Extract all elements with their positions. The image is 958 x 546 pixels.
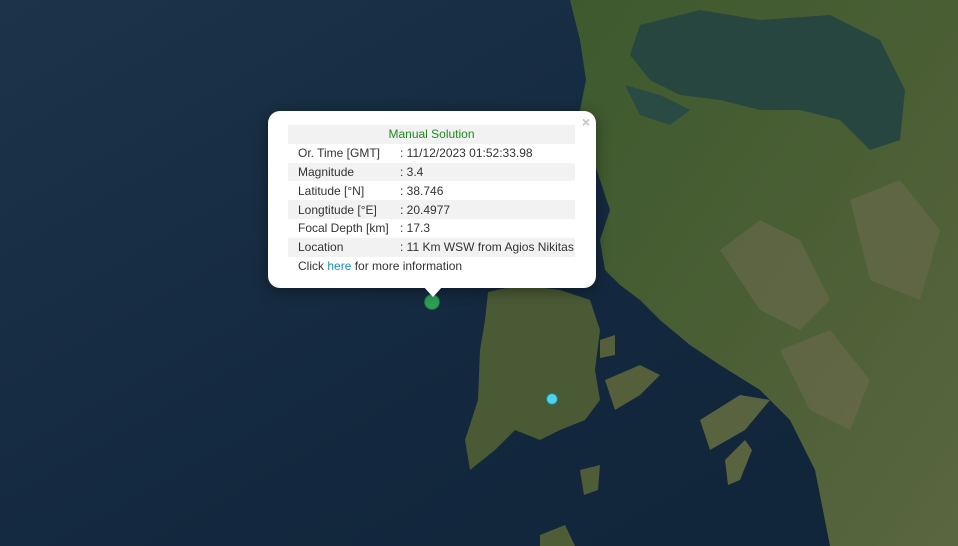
row-key: Magnitude	[288, 162, 400, 182]
row-value: : 17.3	[400, 221, 431, 236]
earthquake-popup: × Manual Solution Or. Time [GMT] : 11/12…	[268, 111, 596, 288]
row-value: : 11/12/2023 01:52:33.98	[400, 146, 533, 161]
more-info-link[interactable]: here	[327, 259, 351, 273]
more-info-text: Click here for more information	[298, 259, 463, 273]
earthquake-info-table: Manual Solution Or. Time [GMT] : 11/12/2…	[288, 125, 575, 257]
row-key: Location	[288, 237, 400, 257]
row-key: Focal Depth [km]	[298, 221, 389, 236]
row-value: : 38.746	[400, 183, 444, 198]
row-value: : 11 Km WSW from Agios Nikitas	[400, 237, 575, 257]
row-value: : 20.4977	[400, 200, 575, 219]
row-value: : 3.4	[400, 162, 575, 182]
map-view[interactable]: × Manual Solution Or. Time [GMT] : 11/12…	[0, 0, 958, 546]
close-icon[interactable]: ×	[582, 115, 590, 129]
row-key: Latitude [°N]	[298, 183, 365, 198]
popup-tip	[423, 286, 443, 297]
earthquake-marker-other[interactable]	[546, 393, 558, 405]
row-key: Or. Time [GMT]	[298, 146, 381, 161]
row-key: Longtitude [°E]	[288, 200, 400, 219]
popup-title: Manual Solution	[288, 125, 575, 144]
